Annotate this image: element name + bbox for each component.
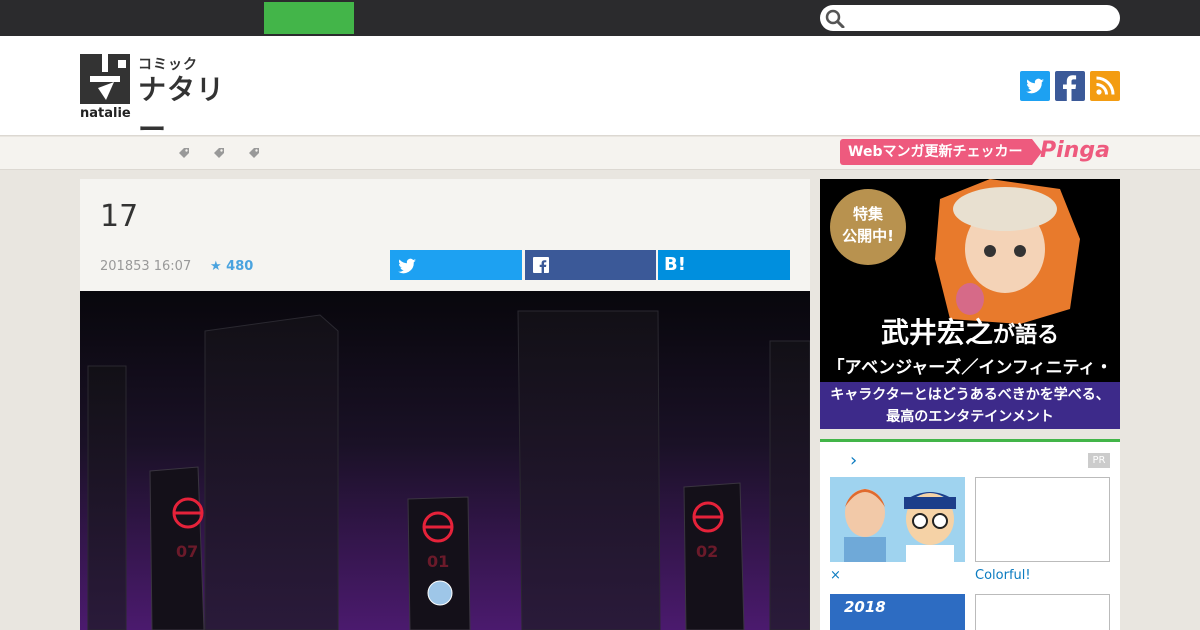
- share-hatena-button[interactable]: B!: [658, 250, 790, 280]
- twitter-icon: [1026, 78, 1044, 94]
- share-twitter-button[interactable]: [390, 250, 522, 280]
- site-logo[interactable]: コミック ナタリー natalie: [80, 54, 250, 146]
- pr-thumbnail-placeholder[interactable]: [975, 594, 1110, 630]
- ad-headline-suffix: が語る: [993, 323, 1060, 348]
- facebook-icon: [533, 257, 549, 273]
- monument-02: 02: [683, 482, 745, 630]
- tag-icon[interactable]: [212, 146, 226, 160]
- pr-label: PR: [1088, 453, 1110, 468]
- pr-caption[interactable]: ×: [830, 568, 841, 583]
- pr-thumbnail-text: 2018: [844, 598, 886, 616]
- pinga-logo[interactable]: Pinga: [1040, 138, 1110, 163]
- feature-badge: 特集 公開中!: [830, 189, 906, 265]
- monument-illustration: 07 01 02: [80, 291, 810, 630]
- logo-brand: natalie: [80, 106, 131, 121]
- chevron-right-icon[interactable]: ›: [850, 450, 857, 471]
- twitter-icon: [398, 258, 416, 274]
- green-nav-button[interactable]: [264, 2, 354, 34]
- facebook-link[interactable]: [1055, 71, 1085, 101]
- natalie-logo-mark: [80, 54, 130, 104]
- pr-thumbnail-placeholder[interactable]: [975, 477, 1110, 562]
- pr-caption[interactable]: Colorful!: [975, 568, 1031, 583]
- sidebar-feature-ad[interactable]: 特集 公開中! 武井宏之が語る 「アベンジャーズ／インフィニティ・ウォー」 キャ…: [820, 179, 1120, 429]
- pr-thumbnail[interactable]: 2018: [830, 594, 965, 630]
- pr-box: › PR × Colorful! 2018: [820, 439, 1120, 630]
- ad-tagline-line1: キャラクターとはどうあるべきかを学べる、: [830, 387, 1110, 403]
- rss-icon: [1096, 76, 1115, 95]
- share-facebook-button[interactable]: [525, 250, 656, 280]
- pinga-checker-banner[interactable]: Webマンガ更新チェッカー: [840, 139, 1042, 165]
- twitter-link[interactable]: [1020, 71, 1050, 101]
- article-hero-image[interactable]: 07 01 02: [80, 291, 810, 630]
- article-date: 201853 16:07: [100, 259, 192, 274]
- pr-thumbnail-image: [830, 477, 965, 562]
- site-header: コミック ナタリー natalie: [0, 36, 1200, 146]
- ad-tagline: キャラクターとはどうあるべきかを学べる、 最高のエンタテインメント: [820, 382, 1120, 429]
- ad-headline: 武井宏之が語る: [820, 311, 1120, 351]
- monument-label: 01: [427, 552, 449, 571]
- badge-line2: 公開中!: [842, 227, 894, 245]
- tag-icon[interactable]: [177, 146, 191, 160]
- badge-line1: 特集: [852, 205, 883, 223]
- article-title: 17: [100, 199, 139, 234]
- monument-01: 01: [407, 496, 471, 630]
- article-card: 17 201853 16:07 ★ 480 B! 07 01 02: [80, 179, 810, 630]
- tag-icon[interactable]: [247, 146, 261, 160]
- top-bar: [0, 0, 1200, 36]
- monument-label: 02: [696, 542, 718, 561]
- monument-label: 07: [176, 542, 198, 561]
- facebook-icon: [1063, 75, 1077, 101]
- search-input[interactable]: [850, 8, 1112, 28]
- star-count[interactable]: ★ 480: [210, 259, 253, 274]
- logo-title: ナタリー: [138, 73, 226, 146]
- ad-tagline-line2: 最高のエンタテインメント: [886, 409, 1054, 425]
- rss-link[interactable]: [1090, 71, 1120, 101]
- search-icon: [825, 9, 845, 28]
- monument-07: 07: [149, 466, 205, 630]
- ad-headline-name: 武井宏之: [880, 316, 993, 349]
- pr-thumbnail[interactable]: [830, 477, 965, 562]
- search-box[interactable]: [820, 5, 1120, 31]
